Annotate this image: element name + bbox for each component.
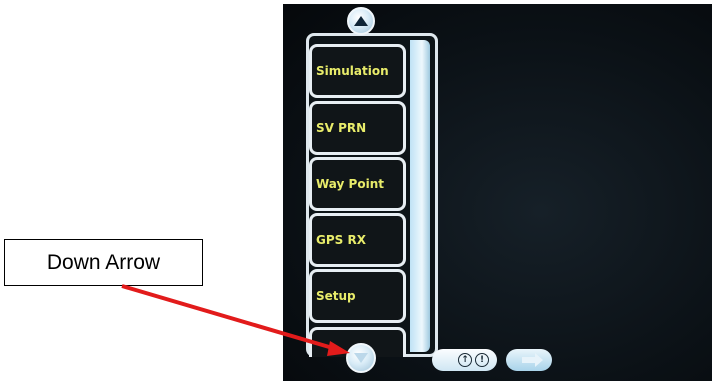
callout-pointer-head — [327, 341, 350, 356]
callout-pointer-arrow — [121, 284, 350, 356]
callout-pointer-line — [121, 284, 337, 351]
